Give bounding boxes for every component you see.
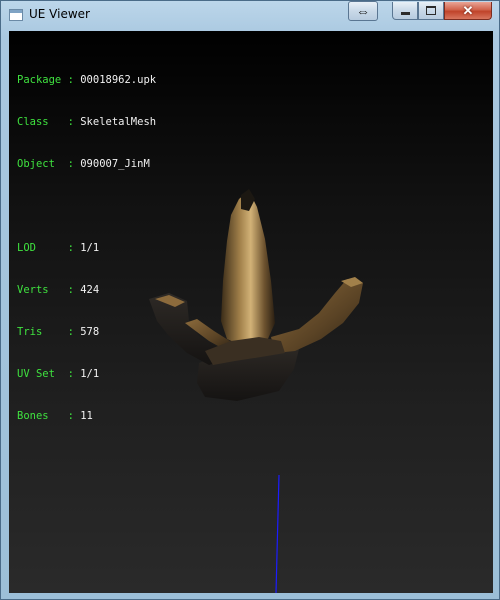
minimize-button[interactable] xyxy=(392,2,418,20)
maximize-icon xyxy=(426,6,436,15)
close-icon: ✕ xyxy=(462,2,474,18)
z-axis-gizmo xyxy=(275,474,280,593)
close-button[interactable]: ✕ xyxy=(444,2,492,20)
window-title: UE Viewer xyxy=(29,7,90,21)
app-window: UE Viewer ⇔ ✕ Package : 00018962.upk Cla… xyxy=(0,0,500,600)
axis-line-blue xyxy=(275,474,280,593)
3d-viewport[interactable]: Package : 00018962.upk Class : SkeletalM… xyxy=(9,31,493,593)
app-icon xyxy=(9,9,23,21)
double-arrow-icon: ⇔ xyxy=(356,3,370,19)
maximize-button[interactable] xyxy=(418,2,444,20)
minimize-icon xyxy=(400,12,410,15)
title-bar[interactable]: UE Viewer ⇔ ✕ xyxy=(1,1,499,29)
swap-button[interactable]: ⇔ xyxy=(348,1,378,21)
